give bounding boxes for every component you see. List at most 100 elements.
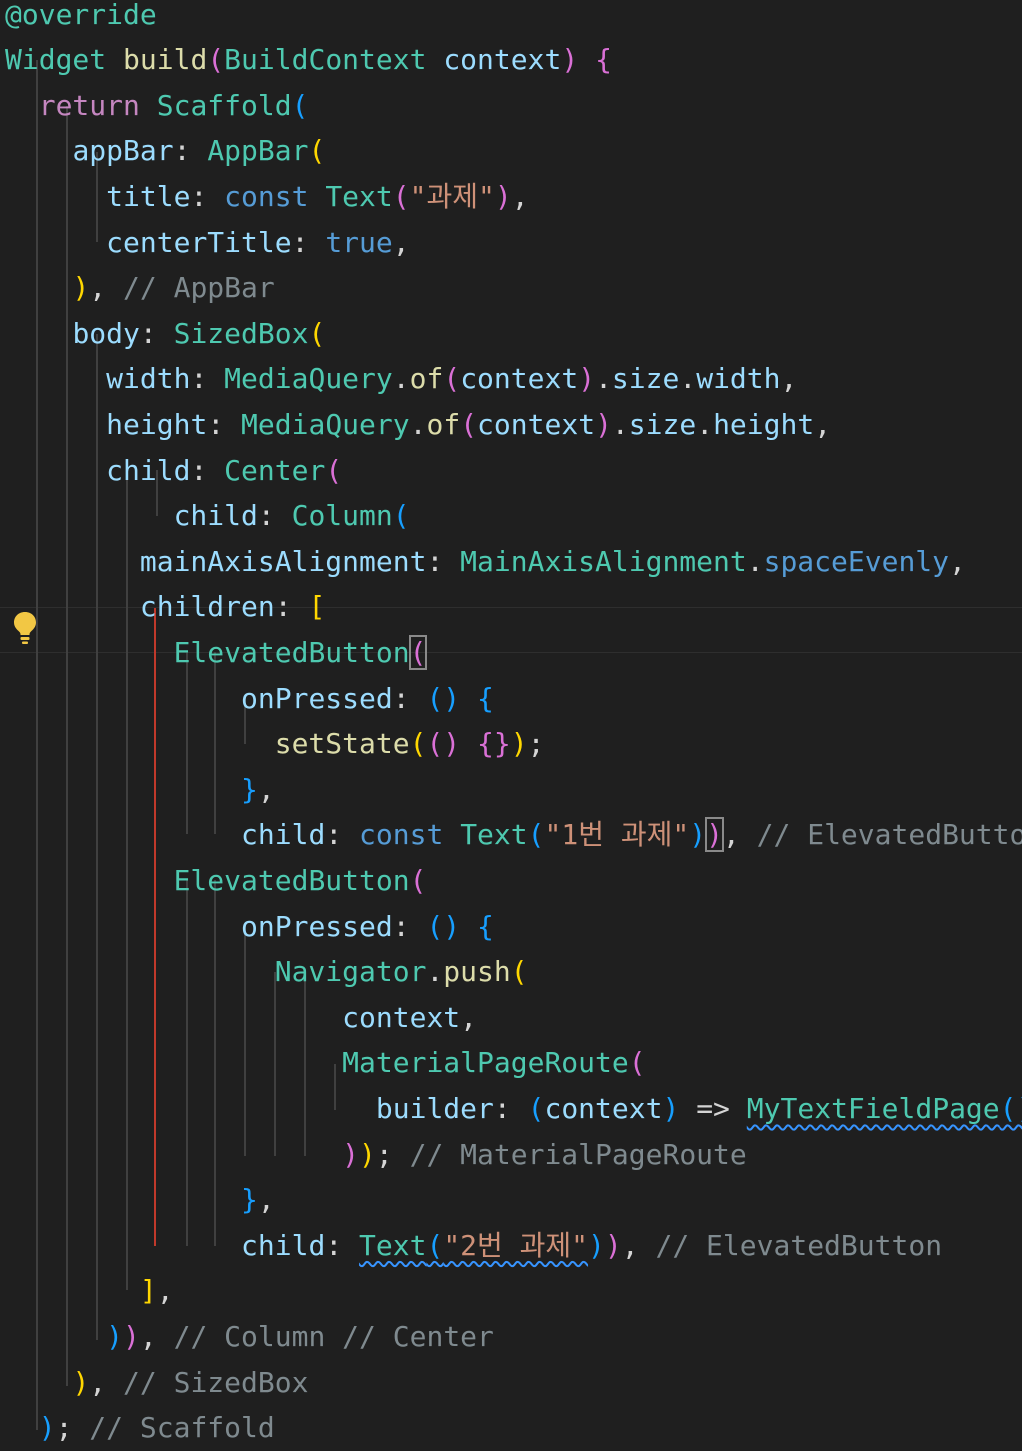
code-token: . <box>679 362 697 396</box>
code-token: {} <box>477 727 511 761</box>
code-text: builder: (context) => MyTextFieldPage(), <box>5 1086 1022 1132</box>
code-line[interactable]: centerTitle: true, <box>0 220 1022 266</box>
code-line[interactable]: mainAxisAlignment: MainAxisAlignment.spa… <box>0 539 1022 585</box>
code-text: }, <box>5 767 275 813</box>
code-token: @override <box>5 0 157 31</box>
code-token: : <box>325 818 360 852</box>
code-token: ( <box>308 316 326 350</box>
code-line[interactable]: body: SizedBox( <box>0 311 1022 357</box>
code-line[interactable]: context, <box>0 995 1022 1041</box>
code-token: , <box>139 1319 174 1353</box>
code-token: ( <box>308 134 326 168</box>
code-token: ( <box>207 43 225 77</box>
code-token: ( <box>510 955 528 989</box>
code-line[interactable]: child: const Text("1번 과제")), // Elevated… <box>0 812 1022 858</box>
code-token: ( <box>409 727 427 761</box>
code-token: setState <box>274 727 410 761</box>
code-token: ) <box>561 43 596 77</box>
code-token: ElevatedButton <box>173 863 410 897</box>
code-token: child <box>106 453 191 487</box>
code-line[interactable]: ElevatedButton( <box>0 630 1022 676</box>
code-line[interactable]: ), // SizedBox <box>0 1360 1022 1406</box>
code-token: : <box>190 453 225 487</box>
code-line[interactable]: child: Column( <box>0 493 1022 539</box>
code-token: push <box>443 955 511 989</box>
code-token: // MaterialPageRoute <box>409 1137 747 1171</box>
code-text: ElevatedButton( <box>5 858 427 904</box>
code-text: child: Center( <box>5 448 342 494</box>
code-token: ( <box>392 179 410 213</box>
code-line[interactable]: setState(() {}); <box>0 721 1022 767</box>
code-line[interactable]: ); // Scaffold <box>0 1405 1022 1451</box>
code-token: , <box>621 1228 656 1262</box>
code-line[interactable]: builder: (context) => MyTextFieldPage(), <box>0 1086 1022 1132</box>
code-line[interactable]: title: const Text("과제"), <box>0 174 1022 220</box>
code-line[interactable]: height: MediaQuery.of(context).size.heig… <box>0 402 1022 448</box>
code-line[interactable]: }, <box>0 767 1022 813</box>
code-token: . <box>746 544 764 578</box>
code-token: . <box>409 407 427 441</box>
code-token: context <box>342 1000 461 1034</box>
code-line[interactable]: onPressed: () { <box>0 904 1022 950</box>
code-line[interactable]: child: Center( <box>0 448 1022 494</box>
code-token: : <box>207 407 242 441</box>
code-token: , <box>949 544 966 578</box>
lightbulb-icon[interactable] <box>12 610 38 646</box>
code-token: mainAxisAlignment <box>139 544 427 578</box>
code-line[interactable]: @override <box>0 0 1022 37</box>
code-line[interactable]: children: [ <box>0 584 1022 630</box>
code-line[interactable]: onPressed: () { <box>0 676 1022 722</box>
code-token: ( <box>409 863 427 897</box>
code-token: ElevatedButton <box>173 635 410 669</box>
code-token: ) <box>38 1411 56 1445</box>
code-line[interactable]: child: Text("2번 과제")), // ElevatedButton <box>0 1223 1022 1269</box>
code-text: child: const Text("1번 과제")), // Elevated… <box>5 812 1022 858</box>
code-line[interactable]: width: MediaQuery.of(context).size.width… <box>0 356 1022 402</box>
code-line[interactable]: Navigator.push( <box>0 949 1022 995</box>
code-token: ) <box>662 1091 680 1125</box>
code-token: => <box>679 1091 747 1125</box>
code-token: { <box>595 43 612 77</box>
code-token: Navigator <box>274 955 427 989</box>
code-token: Scaffold <box>156 88 292 122</box>
code-line[interactable]: ], <box>0 1268 1022 1314</box>
code-token: // ElevatedButton <box>655 1228 943 1262</box>
code-line[interactable]: Widget build(BuildContext context) { <box>0 37 1022 83</box>
code-line[interactable]: )); // MaterialPageRoute <box>0 1132 1022 1178</box>
code-line[interactable]: ), // AppBar <box>0 265 1022 311</box>
code-text: ); // Scaffold <box>5 1405 275 1451</box>
code-token: ) <box>510 727 528 761</box>
code-text: children: [ <box>5 584 325 630</box>
code-line[interactable]: }, <box>0 1177 1022 1223</box>
code-token: const <box>224 179 326 213</box>
code-token: height <box>713 407 815 441</box>
code-line[interactable]: return Scaffold( <box>0 83 1022 129</box>
code-text: ], <box>5 1268 174 1314</box>
code-line[interactable]: ElevatedButton( <box>0 858 1022 904</box>
code-token: , <box>814 407 832 441</box>
code-token: return <box>38 88 157 122</box>
code-text: @override <box>5 0 157 37</box>
code-token: const <box>359 818 461 852</box>
code-editor[interactable]: @override Widget build(BuildContext conte… <box>0 0 1022 1444</box>
code-line[interactable]: appBar: AppBar( <box>0 128 1022 174</box>
code-line[interactable]: )), // Column // Center <box>0 1314 1022 1360</box>
code-line[interactable]: MaterialPageRoute( <box>0 1040 1022 1086</box>
code-text: width: MediaQuery.of(context).size.width… <box>5 356 797 402</box>
code-token: // SizedBox <box>123 1365 309 1399</box>
code-token: ( <box>527 1091 545 1125</box>
code-token: MaterialPageRoute <box>342 1046 629 1080</box>
code-token: : <box>291 225 326 259</box>
